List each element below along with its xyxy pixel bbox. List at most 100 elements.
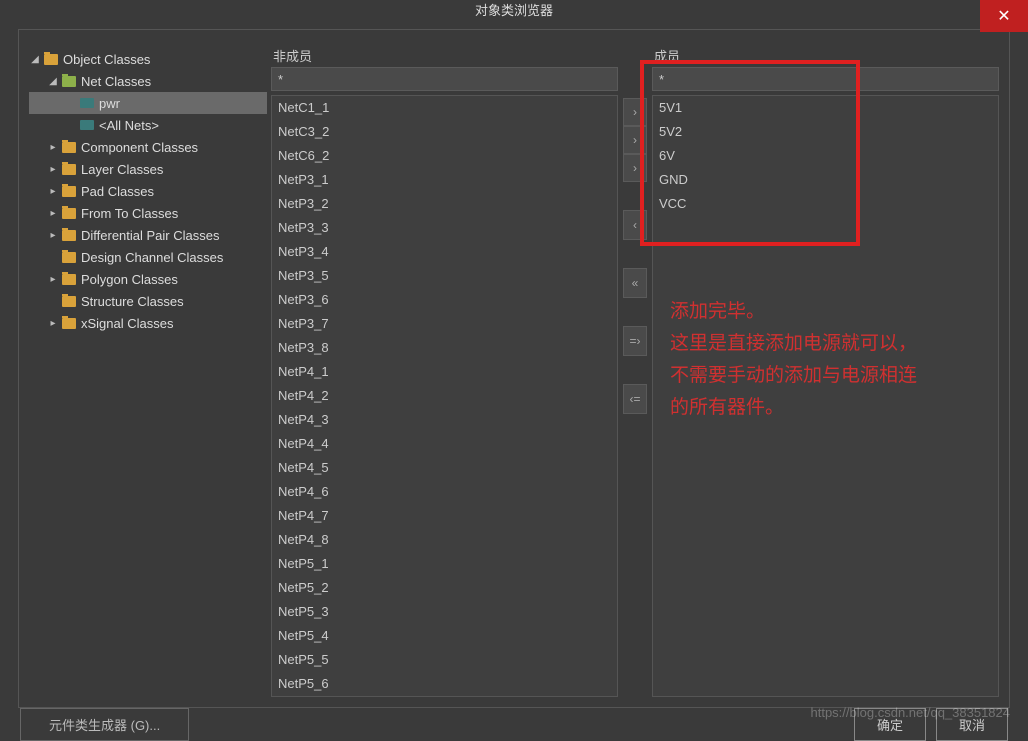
list-item[interactable]: NetP4_8 [272,528,617,552]
members-panel: 成员 5V15V26VGNDVCC [652,46,999,697]
list-item[interactable]: NetP5_2 [272,576,617,600]
tree-leaf-pwr[interactable]: · pwr [29,92,267,114]
tree-label: Layer Classes [81,162,163,177]
folder-icon [61,206,77,220]
list-item[interactable]: NetP4_3 [272,408,617,432]
chevron-right-icon: › [633,133,637,147]
list-item[interactable]: NetP5_6 [272,672,617,696]
folder-icon [43,52,59,66]
net-icon [79,96,95,110]
members-label: 成员 [652,46,999,65]
nonmembers-label: 非成员 [271,46,618,65]
transfer-buttons: › › › ‹ « =› ‹= [622,46,648,697]
assign-button[interactable]: =› [623,326,647,356]
expand-arrow-icon[interactable]: ◢ [29,54,41,65]
tree-node-pad-classes[interactable]: ▸ Pad Classes [29,180,267,202]
nonmembers-listbox[interactable]: NetC1_1NetC3_2NetC6_2NetP3_1NetP3_2NetP3… [271,95,618,697]
close-button[interactable]: ✕ [980,0,1028,32]
list-item[interactable]: NetC6_2 [272,144,617,168]
folder-icon [61,162,77,176]
collapse-arrow-icon[interactable]: ▸ [47,164,59,175]
tree-root[interactable]: ◢ Object Classes [29,48,267,70]
chevron-right-icon: › [633,105,637,119]
list-item[interactable]: NetP4_2 [272,384,617,408]
tree-node-layer-classes[interactable]: ▸ Layer Classes [29,158,267,180]
list-item[interactable]: NetP4_1 [272,360,617,384]
list-item[interactable]: NetP4_6 [272,480,617,504]
tree-node-diff-pair-classes[interactable]: ▸ Differential Pair Classes [29,224,267,246]
tree-node-net-classes[interactable]: ◢ Net Classes [29,70,267,92]
collapse-arrow-icon[interactable]: ▸ [47,274,59,285]
folder-icon [61,228,77,242]
list-item[interactable]: 5V2 [653,120,998,144]
collapse-arrow-icon[interactable]: ▸ [47,208,59,219]
ok-button[interactable]: 确定 [854,708,926,741]
list-item[interactable]: NetC1_1 [272,96,617,120]
net-icon [79,118,95,132]
list-item[interactable]: NetP3_6 [272,288,617,312]
tree-node-structure-classes[interactable]: · Structure Classes [29,290,267,312]
dialog-window: 对象类浏览器 ✕ ◢ Object Classes ◢ Net Classes [0,0,1028,740]
list-item[interactable]: NetP3_3 [272,216,617,240]
window-title: 对象类浏览器 [475,0,553,19]
collapse-arrow-icon[interactable]: ▸ [47,186,59,197]
tree-label: pwr [99,96,120,111]
members-filter-input[interactable] [652,67,999,91]
double-chevron-left-icon: « [632,276,639,290]
list-item[interactable]: 5V1 [653,96,998,120]
list-item[interactable]: NetP5_3 [272,600,617,624]
tree-node-design-channel-classes[interactable]: · Design Channel Classes [29,246,267,268]
tree-label: Structure Classes [81,294,184,309]
folder-icon [61,294,77,308]
list-item[interactable]: NetP4_7 [272,504,617,528]
tree-node-from-to-classes[interactable]: ▸ From To Classes [29,202,267,224]
list-item[interactable]: NetP5_4 [272,624,617,648]
expand-arrow-icon[interactable]: ◢ [47,76,59,87]
list-item[interactable]: NetP3_7 [272,312,617,336]
list-item[interactable]: 6V [653,144,998,168]
collapse-arrow-icon[interactable]: ▸ [47,318,59,329]
remove-all-button[interactable]: ‹= [623,384,647,414]
tree-label: <All Nets> [99,118,159,133]
footer: 元件类生成器 (G)... 确定 取消 [0,708,1028,741]
add-all-button[interactable]: « [623,268,647,298]
tree-node-xsignal-classes[interactable]: ▸ xSignal Classes [29,312,267,334]
tree-label: Object Classes [63,52,150,67]
list-item[interactable]: NetP3_4 [272,240,617,264]
members-listbox[interactable]: 5V15V26VGNDVCC [652,95,999,697]
list-item[interactable]: NetC3_2 [272,120,617,144]
component-class-generator-button[interactable]: 元件类生成器 (G)... [20,708,189,741]
cancel-button[interactable]: 取消 [936,708,1008,741]
tree-node-polygon-classes[interactable]: ▸ Polygon Classes [29,268,267,290]
list-item[interactable]: NetP4_5 [272,456,617,480]
nonmembers-filter-input[interactable] [271,67,618,91]
list-item[interactable]: NetP4_4 [272,432,617,456]
list-item[interactable]: NetP3_8 [272,336,617,360]
nonmembers-panel: 非成员 NetC1_1NetC3_2NetC6_2NetP3_1NetP3_2N… [271,46,618,697]
collapse-arrow-icon[interactable]: ▸ [47,142,59,153]
list-item[interactable]: NetP3_1 [272,168,617,192]
assign-right-icon: =› [629,334,640,348]
tree-label: Net Classes [81,74,151,89]
tree-node-component-classes[interactable]: ▸ Component Classes [29,136,267,158]
list-item[interactable]: NetP3_2 [272,192,617,216]
class-tree: ◢ Object Classes ◢ Net Classes · pwr · [29,46,267,697]
folder-icon [61,74,77,88]
add-button-3[interactable]: › [623,154,647,182]
tree-label: Pad Classes [81,184,154,199]
list-item[interactable]: NetP5_5 [272,648,617,672]
list-item[interactable]: NetP5_1 [272,552,617,576]
tree-leaf-all-nets[interactable]: · <All Nets> [29,114,267,136]
tree-label: Polygon Classes [81,272,178,287]
list-item[interactable]: GND [653,168,998,192]
close-icon: ✕ [997,6,1010,26]
remove-button[interactable]: ‹ [623,210,647,240]
titlebar: 对象类浏览器 ✕ [0,0,1028,19]
tree-label: From To Classes [81,206,178,221]
folder-icon [61,250,77,264]
add-button-2[interactable]: › [623,126,647,154]
add-button[interactable]: › [623,98,647,126]
list-item[interactable]: NetP3_5 [272,264,617,288]
list-item[interactable]: VCC [653,192,998,216]
collapse-arrow-icon[interactable]: ▸ [47,230,59,241]
